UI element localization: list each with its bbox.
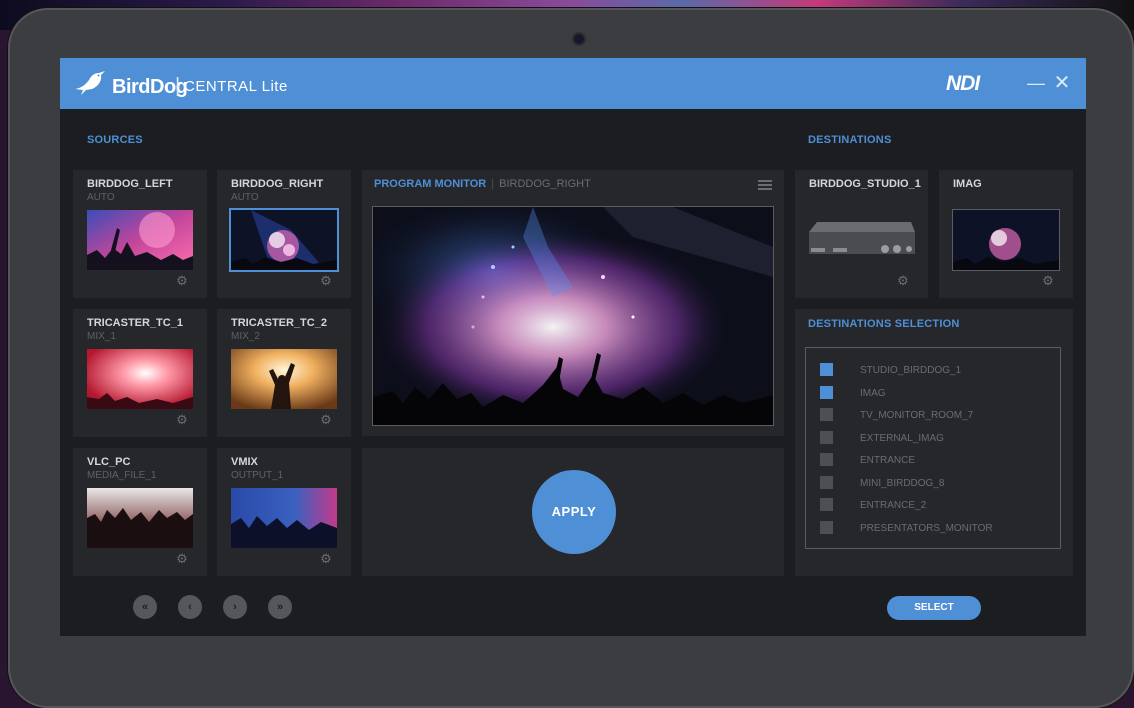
destination-checkbox[interactable] xyxy=(820,498,833,511)
gear-icon[interactable]: ⚙ xyxy=(175,413,189,427)
destination-label: ENTRANCE_2 xyxy=(860,500,927,511)
program-monitor-panel: PROGRAM MONITOR | BIRDDOG_RIGHT xyxy=(362,170,784,436)
next-page-button[interactable]: › xyxy=(223,595,247,619)
source-name: VMIX xyxy=(231,456,258,468)
header-separator: | xyxy=(491,178,495,190)
app-window: BirdDog | CENTRAL Lite NDI — ✕ SOURCES D… xyxy=(60,58,1086,636)
sources-title: SOURCES xyxy=(87,134,143,146)
source-thumbnail xyxy=(231,349,337,409)
destination-checkbox[interactable] xyxy=(820,453,833,466)
product-name: CENTRAL Lite xyxy=(184,78,288,95)
source-name: BIRDDOG_LEFT xyxy=(87,178,173,190)
destination-label: PRESENTATORS_MONITOR xyxy=(860,523,993,534)
program-monitor-source: BIRDDOG_RIGHT xyxy=(499,178,591,190)
destination-name: BIRDDOG_STUDIO_1 xyxy=(809,178,921,190)
close-button[interactable]: ✕ xyxy=(1052,73,1072,93)
hardware-device-icon xyxy=(809,222,915,254)
program-monitor-label: PROGRAM MONITOR xyxy=(374,178,487,190)
destination-checkbox[interactable] xyxy=(820,476,833,489)
last-page-button[interactable]: » xyxy=(268,595,292,619)
source-sub: MIX_2 xyxy=(231,331,260,342)
source-name: TRICASTER_TC_2 xyxy=(231,317,327,329)
gear-icon[interactable]: ⚙ xyxy=(896,274,910,288)
source-name: TRICASTER_TC_1 xyxy=(87,317,183,329)
source-thumbnail xyxy=(87,349,193,409)
destination-thumbnail xyxy=(953,210,1059,270)
previous-page-button[interactable]: ‹ xyxy=(178,595,202,619)
source-sub: MEDIA_FILE_1 xyxy=(87,470,157,481)
gear-icon[interactable]: ⚙ xyxy=(175,274,189,288)
brand-separator: | xyxy=(175,75,181,97)
destinations-list: STUDIO_BIRDDOG_1 IMAG TV_MONITOR_ROOM_7 … xyxy=(805,347,1061,549)
gear-icon[interactable]: ⚙ xyxy=(319,413,333,427)
source-sub: MIX_1 xyxy=(87,331,116,342)
bird-logo-icon xyxy=(75,71,105,95)
source-name: VLC_PC xyxy=(87,456,131,468)
select-button[interactable]: SELECT xyxy=(887,596,981,620)
destination-card-birddog-studio[interactable]: BIRDDOG_STUDIO_1 ⚙ xyxy=(795,170,928,298)
source-card-vmix[interactable]: VMIX OUTPUT_1 ⚙ xyxy=(217,448,351,576)
source-card-tricaster-1[interactable]: TRICASTER_TC_1 MIX_1 ⚙ xyxy=(73,309,207,437)
ndi-logo: NDI xyxy=(946,72,980,95)
destination-label: STUDIO_BIRDDOG_1 xyxy=(860,365,962,376)
destination-label: IMAG xyxy=(860,388,886,399)
destination-checkbox[interactable] xyxy=(820,521,833,534)
menu-icon[interactable] xyxy=(758,180,772,190)
source-thumbnail xyxy=(231,488,337,548)
source-card-vlc-pc[interactable]: VLC_PC MEDIA_FILE_1 ⚙ xyxy=(73,448,207,576)
source-thumbnail xyxy=(87,210,193,270)
destinations-selection-panel: DESTINATIONS SELECTION STUDIO_BIRDDOG_1 … xyxy=(795,309,1073,576)
destination-label: EXTERNAL_IMAG xyxy=(860,433,944,444)
destination-label: TV_MONITOR_ROOM_7 xyxy=(860,410,974,421)
source-card-tricaster-2[interactable]: TRICASTER_TC_2 MIX_2 ⚙ xyxy=(217,309,351,437)
destinations-title: DESTINATIONS xyxy=(808,134,892,146)
destination-name: IMAG xyxy=(953,178,982,190)
gear-icon[interactable]: ⚙ xyxy=(1041,274,1055,288)
destination-checkbox[interactable] xyxy=(820,363,833,376)
source-card-birddog-right[interactable]: BIRDDOG_RIGHT AUTO ⚙ xyxy=(217,170,351,298)
source-sub: AUTO xyxy=(231,192,259,203)
title-bar: BirdDog | CENTRAL Lite NDI — ✕ xyxy=(60,58,1086,109)
destination-card-imag[interactable]: IMAG ⚙ xyxy=(939,170,1073,298)
source-name: BIRDDOG_RIGHT xyxy=(231,178,324,190)
gear-icon[interactable]: ⚙ xyxy=(319,552,333,566)
minimize-button[interactable]: — xyxy=(1026,73,1046,93)
apply-panel: APPLY xyxy=(362,448,784,576)
destination-checkbox[interactable] xyxy=(820,386,833,399)
source-thumbnail xyxy=(231,210,337,270)
apply-button[interactable]: APPLY xyxy=(532,470,616,554)
source-thumbnail xyxy=(87,488,193,548)
program-monitor-header: PROGRAM MONITOR | BIRDDOG_RIGHT xyxy=(374,178,591,190)
destination-label: ENTRANCE xyxy=(860,455,916,466)
destination-checkbox[interactable] xyxy=(820,431,833,444)
source-card-birddog-left[interactable]: BIRDDOG_LEFT AUTO ⚙ xyxy=(73,170,207,298)
source-sub: AUTO xyxy=(87,192,115,203)
gear-icon[interactable]: ⚙ xyxy=(175,552,189,566)
program-monitor-preview xyxy=(373,207,773,425)
destination-checkbox[interactable] xyxy=(820,408,833,421)
destination-label: MINI_BIRDDOG_8 xyxy=(860,478,945,489)
gear-icon[interactable]: ⚙ xyxy=(319,274,333,288)
destinations-selection-title: DESTINATIONS SELECTION xyxy=(808,318,960,330)
camera-icon xyxy=(574,34,584,44)
source-sub: OUTPUT_1 xyxy=(231,470,284,481)
first-page-button[interactable]: « xyxy=(133,595,157,619)
